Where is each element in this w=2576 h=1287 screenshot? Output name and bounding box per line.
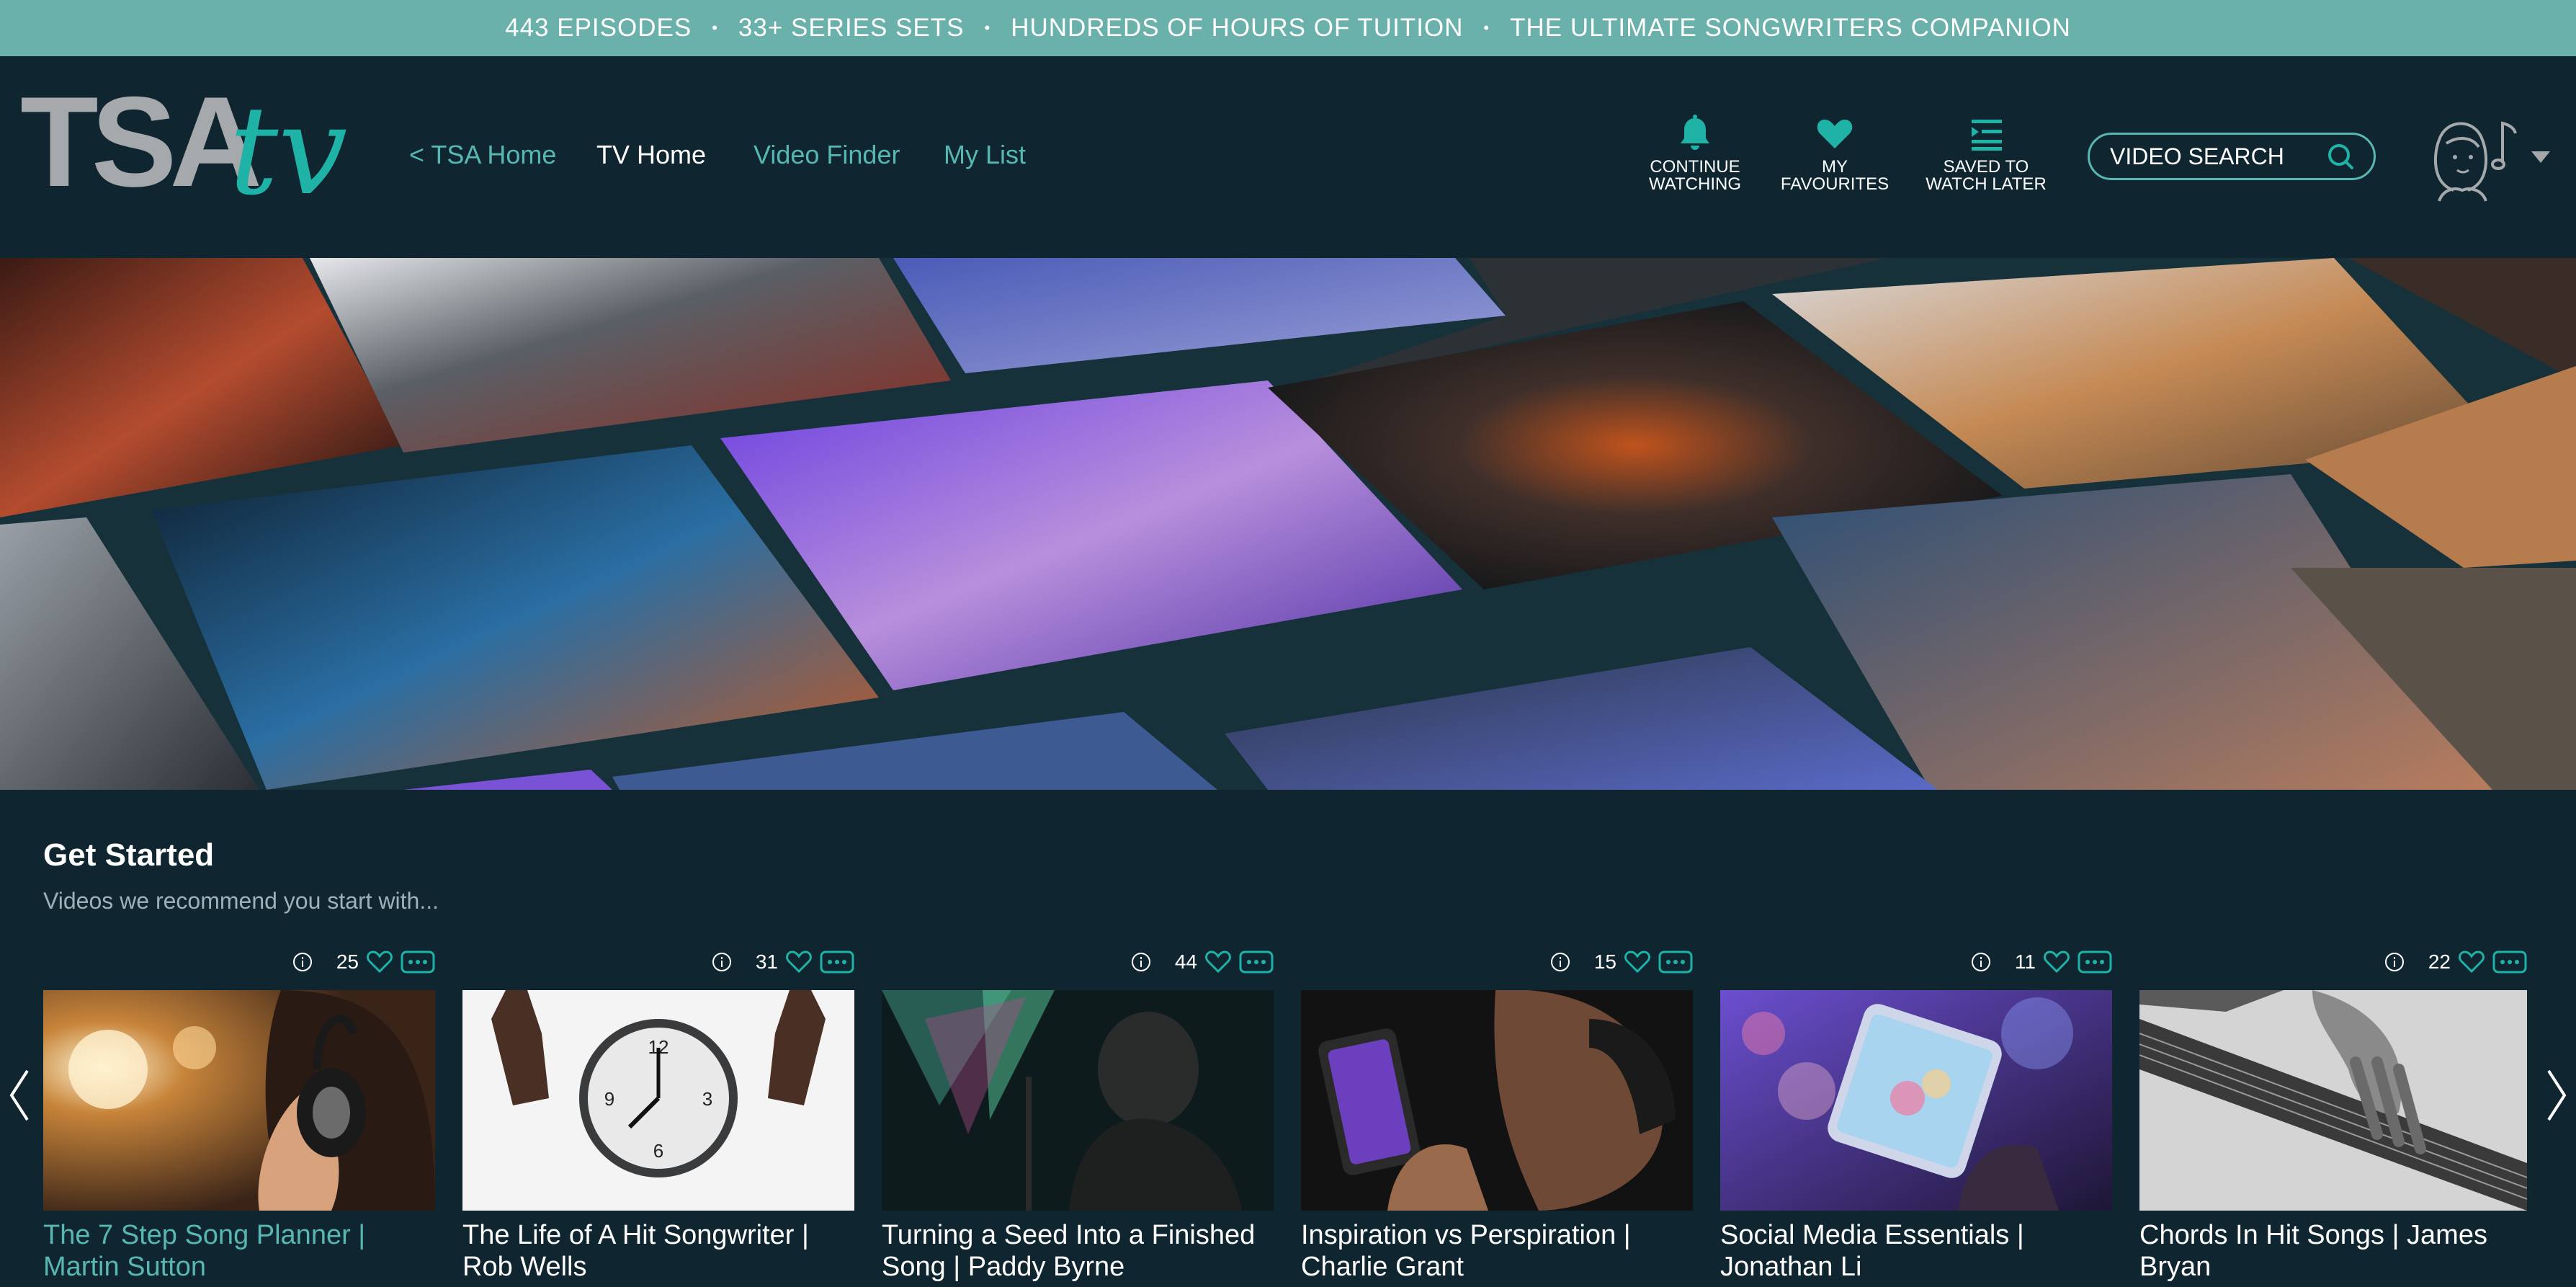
more-options-icon[interactable]: [2492, 950, 2527, 974]
clock-thumb[interactable]: 12 3 6 9: [462, 990, 854, 1211]
card-title[interactable]: The 7 Step Song Planner | Martin Sutton: [43, 1219, 435, 1283]
watch-later-line1: SAVED TO: [1943, 157, 2029, 177]
promo-item-hours: HUNDREDS OF HOURS OF TUITION: [1011, 14, 1464, 42]
info-icon[interactable]: [1130, 951, 1152, 973]
video-card[interactable]: 25 The 7 Step Song Planner | Martin Sutt…: [43, 944, 435, 1287]
info-icon[interactable]: [1549, 951, 1571, 973]
svg-text:6: 6: [653, 1140, 663, 1162]
headphones-thumb[interactable]: [43, 990, 435, 1211]
favourites-line2: FAVOURITES: [1780, 174, 1889, 194]
info-icon[interactable]: [1970, 951, 1992, 973]
carousel-next-arrow[interactable]: [2544, 1066, 2570, 1124]
heart-outline-icon[interactable]: [366, 950, 393, 974]
promo-item-series: 33+ SERIES SETS: [738, 14, 965, 42]
smartphone-thumb[interactable]: [1720, 990, 2112, 1211]
heart-icon: [1817, 120, 1853, 148]
card-title[interactable]: Turning a Seed Into a Finished Song | Pa…: [882, 1219, 1274, 1283]
video-card[interactable]: 22 Chords In Hit Songs | James Bryan: [2139, 944, 2527, 1287]
chevron-down-icon[interactable]: [2530, 148, 2552, 166]
carousel-prev-arrow[interactable]: [6, 1066, 32, 1124]
promo-item-episodes: 443 EPISODES: [505, 14, 692, 42]
section-title: Get Started: [43, 837, 215, 873]
promo-separator: •: [984, 19, 991, 37]
site-header: TSA tv < TSA Home TV Home Video Finder M…: [0, 56, 2576, 258]
info-icon[interactable]: [711, 951, 733, 973]
section-subtitle: Videos we recommend you start with...: [43, 888, 439, 914]
favourites-line1: MY: [1822, 157, 1848, 177]
watch-later-line2: WATCH LATER: [1926, 174, 2047, 194]
favourite-count: 15: [1593, 950, 1616, 973]
nav-my-list[interactable]: My List: [944, 140, 1026, 170]
promo-item-companion: THE ULTIMATE SONGWRITERS COMPANION: [1510, 14, 2071, 42]
heart-outline-icon[interactable]: [2043, 950, 2070, 974]
more-options-icon[interactable]: [1239, 950, 1274, 974]
card-meta: 31: [711, 944, 854, 980]
card-title[interactable]: The Life of A Hit Songwriter | Rob Wells: [462, 1219, 854, 1283]
card-title[interactable]: Inspiration vs Perspiration | Charlie Gr…: [1301, 1219, 1693, 1283]
card-meta: 22: [2384, 944, 2527, 980]
card-title[interactable]: Social Media Essentials | Jonathan Li: [1720, 1219, 2112, 1283]
heart-outline-icon[interactable]: [1624, 950, 1651, 974]
continue-watching-line2: WATCHING: [1649, 174, 1741, 194]
video-card[interactable]: 44 Turning a Seed Into a Finished Song |…: [882, 944, 1274, 1287]
card-meta: 44: [1130, 944, 1274, 980]
more-options-icon[interactable]: [2078, 950, 2112, 974]
video-card[interactable]: 15 Inspiration vs Perspiration | Charlie…: [1301, 944, 1693, 1287]
info-icon[interactable]: [2384, 951, 2405, 973]
promo-bar: 443 EPISODES • 33+ SERIES SETS • HUNDRED…: [0, 0, 2576, 56]
promo-separator: •: [1483, 19, 1490, 37]
search-icon[interactable]: [2326, 142, 2355, 171]
continue-watching-line1: CONTINUE: [1650, 157, 1740, 177]
info-icon[interactable]: [292, 951, 313, 973]
logo-script: tv: [229, 85, 347, 223]
continue-watching-button[interactable]: CONTINUE WATCHING: [1627, 112, 1763, 199]
video-search-input[interactable]: [2110, 143, 2326, 170]
tsa-tv-logo[interactable]: TSA tv: [20, 85, 359, 229]
heart-outline-icon[interactable]: [2458, 950, 2485, 974]
promo-separator: •: [712, 19, 718, 37]
nav-tsa-home[interactable]: < TSA Home: [409, 140, 556, 170]
bell-icon: [1681, 115, 1709, 150]
guitar-thumb[interactable]: [2139, 990, 2527, 1211]
nav-video-finder[interactable]: Video Finder: [753, 140, 900, 170]
singer-thumb[interactable]: [882, 990, 1274, 1211]
more-options-icon[interactable]: [820, 950, 854, 974]
svg-text:9: 9: [604, 1088, 614, 1110]
heart-outline-icon[interactable]: [785, 950, 813, 974]
more-options-icon[interactable]: [401, 950, 435, 974]
favourite-count: 22: [2428, 950, 2451, 973]
logo-text: TSA: [20, 85, 259, 213]
favourite-count: 44: [1174, 950, 1197, 973]
favourite-count: 11: [2014, 950, 2036, 973]
phone-music-thumb[interactable]: [1301, 990, 1693, 1211]
video-card[interactable]: 11 Social Media Essentials | Jonathan Li: [1720, 944, 2112, 1287]
more-options-icon[interactable]: [1658, 950, 1693, 974]
my-favourites-button[interactable]: MY FAVOURITES: [1766, 112, 1903, 199]
user-avatar[interactable]: [2418, 111, 2526, 205]
video-card[interactable]: 31 12 3 6 9 The Life of A Hit Songwriter…: [462, 944, 854, 1287]
watch-later-button[interactable]: SAVED TO WATCH LATER: [1918, 112, 2054, 199]
card-title[interactable]: Chords In Hit Songs | James Bryan: [2139, 1219, 2527, 1283]
card-meta: 25: [292, 944, 435, 980]
playlist-icon: [1972, 120, 2002, 151]
hero-collage: [0, 258, 2576, 790]
favourite-count: 25: [336, 950, 359, 973]
card-meta: 11: [1970, 944, 2112, 980]
card-meta: 15: [1549, 944, 1693, 980]
heart-outline-icon[interactable]: [1204, 950, 1232, 974]
nav-tv-home[interactable]: TV Home: [596, 140, 706, 170]
hero-collage-image: [0, 258, 2576, 790]
video-search[interactable]: [2088, 133, 2376, 180]
svg-text:3: 3: [702, 1088, 712, 1110]
favourite-count: 31: [755, 950, 778, 973]
